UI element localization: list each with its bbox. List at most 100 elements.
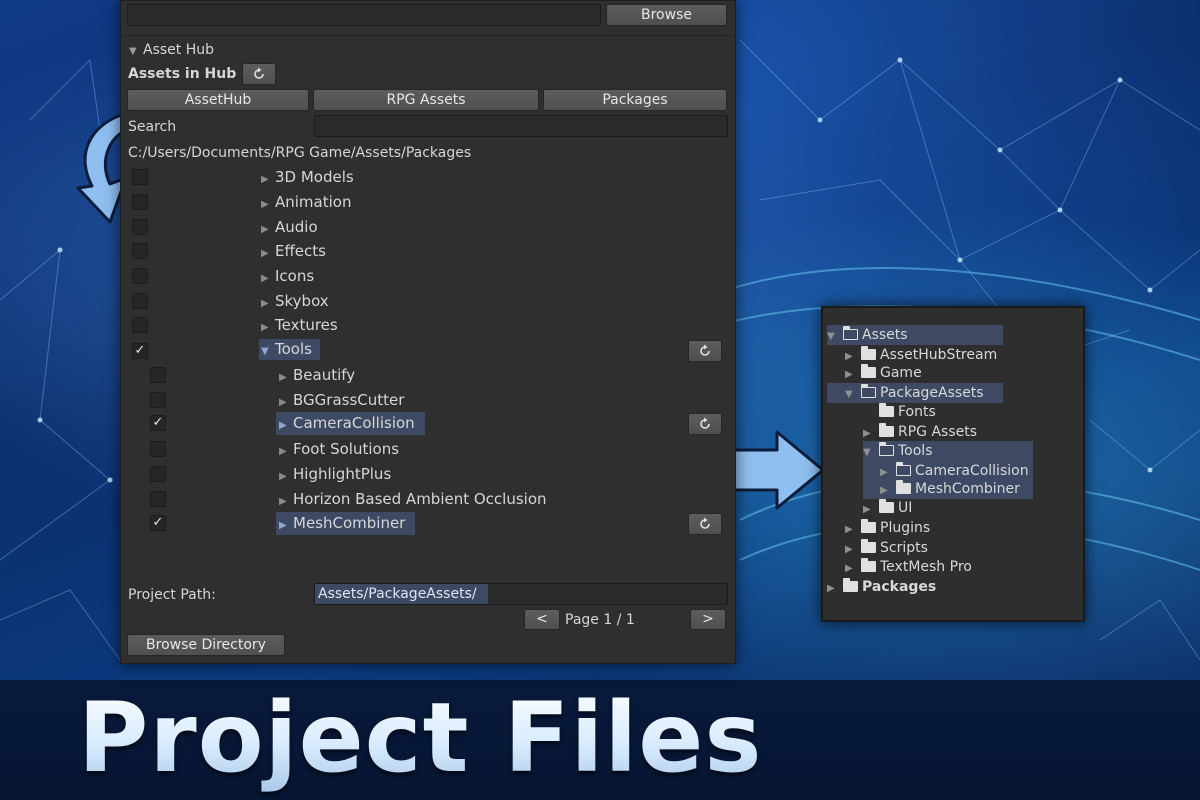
folder-foldout[interactable]: ▶ Audio	[261, 218, 318, 236]
folder-foldout-selected[interactable]: ▼ Tools	[259, 339, 320, 360]
folder-foldout[interactable]: ▶ Foot Solutions	[279, 440, 399, 458]
folder-icon	[861, 346, 876, 360]
refresh-icon	[700, 417, 710, 429]
folder-checkbox-checked[interactable]: ✓	[150, 415, 166, 431]
folder-label: Skybox	[275, 292, 329, 310]
folder-foldout[interactable]: ▶ Skybox	[261, 292, 329, 310]
top-path-field[interactable]	[127, 4, 601, 26]
tree-label: Fonts	[898, 404, 936, 420]
collapsed-triangle-icon: ▶	[845, 563, 853, 574]
folder-foldout[interactable]: ▶ Icons	[261, 267, 314, 285]
folder-checkbox[interactable]	[150, 392, 166, 408]
list-item: ▶ Foot Solutions	[121, 439, 735, 463]
folder-label: Beautify	[293, 366, 356, 384]
project-path-value: Assets/PackageAssets/	[315, 584, 488, 604]
tree-item[interactable]: ▶ AssetHubStream	[845, 345, 997, 365]
refresh-icon	[700, 344, 710, 356]
tab-packages[interactable]: Packages	[543, 89, 727, 111]
folder-checkbox[interactable]	[150, 441, 166, 457]
folder-label: Animation	[275, 193, 352, 211]
tree-item[interactable]: ▼ Assets	[827, 325, 908, 345]
tree-label: MeshCombiner	[915, 481, 1020, 497]
folder-label: Effects	[275, 242, 326, 260]
folder-checkbox[interactable]	[132, 293, 148, 309]
asset-hub-foldout[interactable]: ▼ Asset Hub	[129, 41, 214, 61]
foldout-open-icon: ▼	[129, 46, 137, 57]
folder-checkbox[interactable]	[150, 491, 166, 507]
refresh-folder-button[interactable]	[688, 513, 722, 535]
folder-checkbox[interactable]	[132, 268, 148, 284]
folder-checkbox-checked[interactable]: ✓	[150, 515, 166, 531]
asset-hub-window: Browse ▼ Asset Hub Assets in Hub AssetHub…	[120, 0, 736, 664]
list-item: ▶ Beautify	[121, 365, 735, 389]
tree-item[interactable]: ▼ PackageAssets	[845, 383, 984, 403]
folder-foldout[interactable]: ▶ Beautify	[279, 366, 355, 384]
tree-item[interactable]: ▼ Tools	[863, 441, 933, 461]
collapsed-triangle-icon: ▶	[827, 583, 835, 594]
expanded-triangle-icon: ▼	[261, 346, 269, 357]
list-item: ▶ Icons	[121, 266, 735, 290]
search-input[interactable]	[314, 115, 728, 137]
folder-checkbox[interactable]	[132, 243, 148, 259]
prev-page-button[interactable]: <	[524, 609, 560, 630]
folder-checkbox[interactable]	[132, 169, 148, 185]
tree-item[interactable]: ▶ CameraCollision	[880, 461, 1029, 481]
list-item: ▶ Horizon Based Ambient Occlusion	[121, 489, 735, 513]
folder-icon	[879, 423, 894, 437]
next-page-button[interactable]: >	[690, 609, 726, 630]
tree-item[interactable]: ▶ MeshCombiner	[880, 479, 1020, 499]
folder-label: Tools	[275, 340, 312, 358]
folder-label: MeshCombiner	[293, 514, 406, 532]
folder-foldout[interactable]: ▶ HighlightPlus	[279, 465, 391, 483]
tree-item[interactable]: ▶ Scripts	[845, 538, 928, 558]
tree-item[interactable]: ▶ RPG Assets	[863, 422, 977, 442]
tree-item[interactable]: Fonts	[879, 402, 936, 422]
folder-icon	[861, 558, 876, 572]
tree-item[interactable]: ▶ TextMesh Pro	[845, 557, 972, 577]
folder-checkbox[interactable]	[132, 194, 148, 210]
tree-item[interactable]: ▶ Game	[845, 363, 922, 383]
tab-rpg-assets[interactable]: RPG Assets	[313, 89, 539, 111]
folder-label: Foot Solutions	[293, 440, 400, 458]
tree-label: Game	[880, 365, 922, 381]
browse-button[interactable]: Browse	[606, 4, 727, 26]
collapsed-triangle-icon: ▶	[279, 372, 287, 383]
tree-item[interactable]: ▶ Packages	[827, 577, 936, 597]
folder-icon	[861, 364, 876, 378]
folder-icon	[879, 499, 894, 513]
expanded-triangle-icon: ▼	[863, 447, 871, 458]
folder-foldout[interactable]: ▶ Textures	[261, 316, 338, 334]
collapsed-triangle-icon: ▶	[279, 446, 287, 457]
folder-foldout[interactable]: ▶ BGGrassCutter	[279, 391, 404, 409]
divider	[121, 35, 735, 36]
refresh-folder-button[interactable]	[688, 340, 722, 362]
folder-foldout[interactable]: ▶ 3D Models	[261, 168, 354, 186]
folder-foldout[interactable]: ▶ Effects	[261, 242, 326, 260]
project-path-field[interactable]: Assets/PackageAssets/	[314, 583, 728, 605]
search-label: Search	[128, 119, 177, 135]
collapsed-triangle-icon: ▶	[261, 199, 269, 210]
list-item: ▶ Animation	[121, 192, 735, 216]
folder-foldout[interactable]: ▶ Horizon Based Ambient Occlusion	[279, 490, 547, 508]
folder-checkbox[interactable]	[132, 317, 148, 333]
folder-foldout-selected[interactable]: ▶ MeshCombiner	[276, 512, 416, 535]
folder-checkbox[interactable]	[150, 466, 166, 482]
collapsed-triangle-icon: ▶	[845, 369, 853, 380]
folder-foldout-selected[interactable]: ▶ CameraCollision	[276, 412, 425, 435]
tab-assethub[interactable]: AssetHub	[127, 89, 309, 111]
tree-item[interactable]: ▶ Plugins	[845, 518, 930, 538]
folder-checkbox-checked[interactable]: ✓	[132, 343, 148, 359]
refresh-folder-button[interactable]	[688, 413, 722, 435]
collapsed-triangle-icon: ▶	[279, 397, 287, 408]
collapsed-triangle-icon: ▶	[261, 273, 269, 284]
folder-checkbox[interactable]	[150, 367, 166, 383]
tree-label: RPG Assets	[898, 424, 978, 440]
tree-label: Packages	[862, 579, 937, 595]
refresh-hub-button[interactable]	[242, 63, 276, 85]
tree-item[interactable]: ▶ UI	[863, 498, 912, 518]
browse-directory-button[interactable]: Browse Directory	[127, 634, 285, 656]
folder-checkbox[interactable]	[132, 219, 148, 235]
list-item: ▶ 3D Models	[121, 167, 735, 191]
collapsed-triangle-icon: ▶	[261, 322, 269, 333]
folder-foldout[interactable]: ▶ Animation	[261, 193, 351, 211]
